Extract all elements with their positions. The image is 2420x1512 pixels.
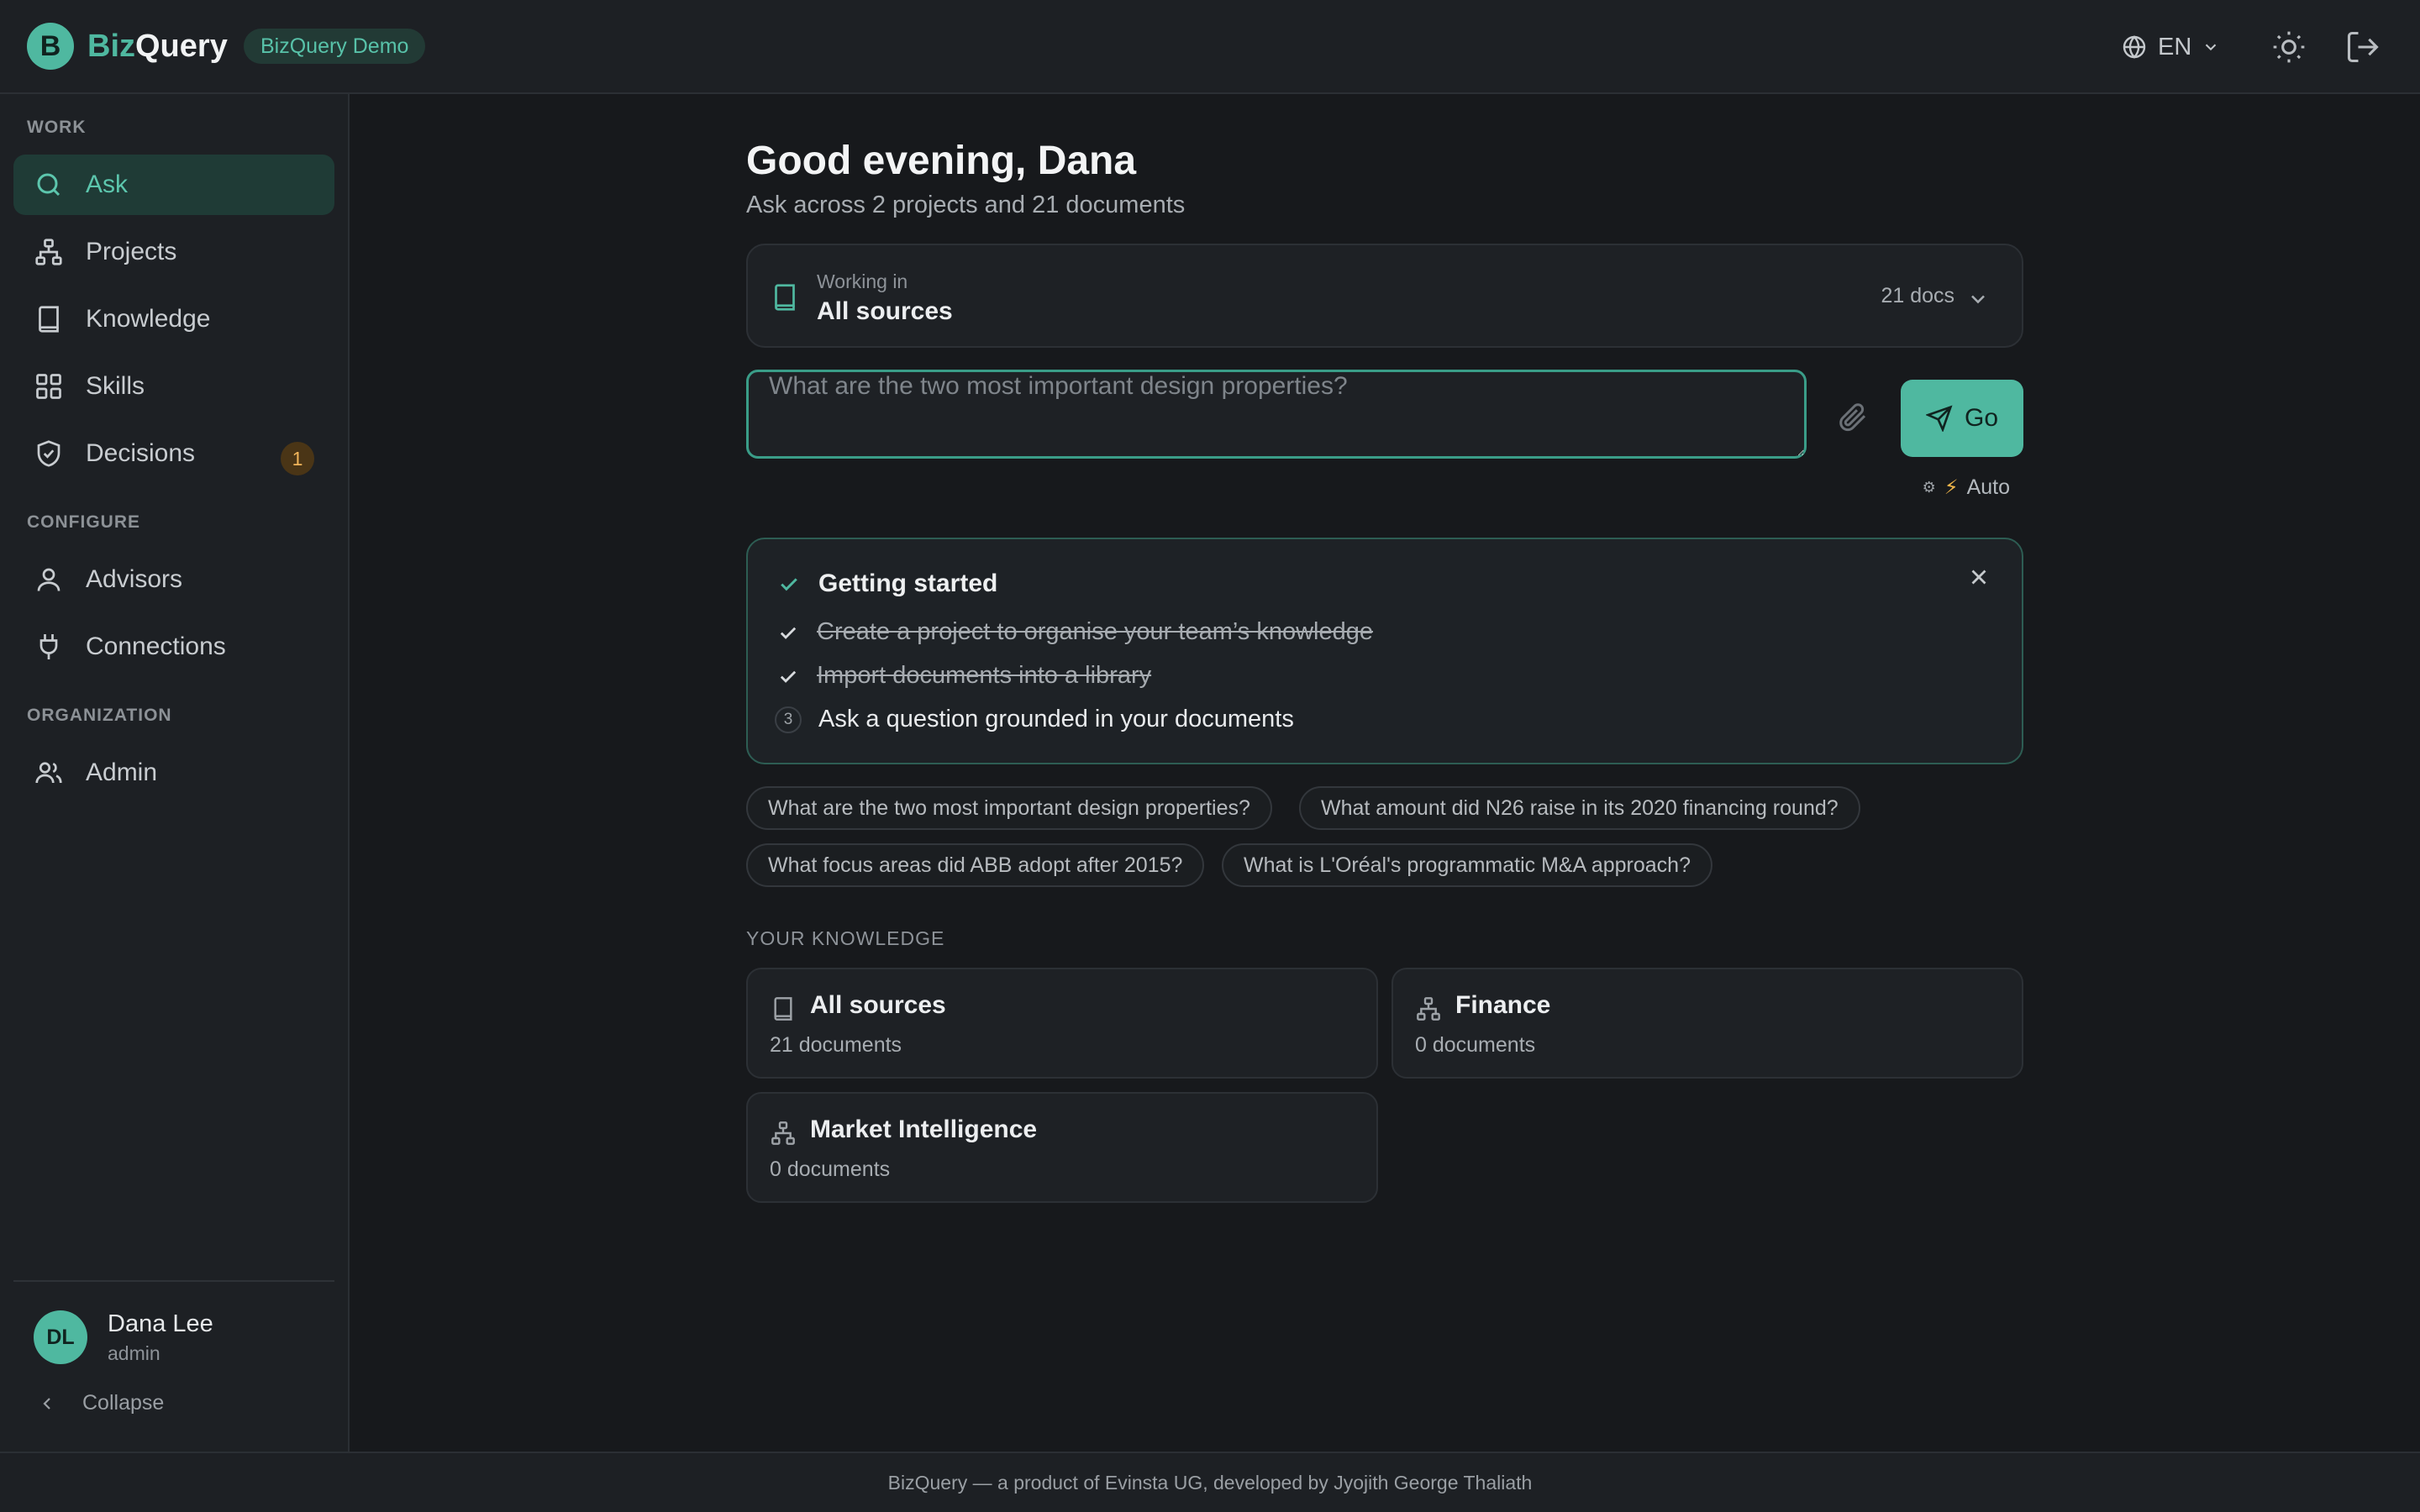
mode-selector[interactable]: ⚙ ⚡ Auto: [1923, 475, 2010, 500]
hierarchy-icon: [1417, 997, 1440, 1021]
sidebar-item-label: Advisors: [86, 565, 183, 593]
knowledge-card-name: Market Intelligence: [810, 1116, 1038, 1143]
suggestion-chip[interactable]: What amount did N26 raise in its 2020 fi…: [1299, 786, 1860, 830]
collapse-label: Collapse: [82, 1391, 165, 1415]
logo-icon: B: [27, 23, 74, 70]
footer: BizQuery — a product of Evinsta UG, deve…: [0, 1452, 2420, 1512]
theme-toggle-button[interactable]: [2270, 29, 2307, 66]
knowledge-card-name: Finance: [1455, 991, 1551, 1019]
user-name: Dana Lee: [108, 1310, 213, 1337]
your-knowledge-label: YOUR KNOWLEDGE: [746, 927, 945, 949]
close-icon[interactable]: [1966, 564, 1991, 590]
app-name-part1: Biz: [87, 29, 135, 64]
chevron-down-icon: [2206, 44, 2217, 51]
user-role: admin: [108, 1342, 160, 1364]
page-title: Good evening, Dana: [746, 139, 1137, 183]
logout-icon: [2347, 31, 2379, 63]
bolt-icon: ⚡: [1944, 476, 1959, 499]
logout-button[interactable]: [2344, 29, 2381, 66]
sidebar-item-label: Connections: [86, 633, 226, 660]
step-text: Import documents into a library: [817, 662, 1152, 689]
shield-check-icon: [37, 440, 60, 467]
globe-icon: [2123, 35, 2146, 59]
plug-icon: [39, 634, 58, 659]
sidebar-item-ask[interactable]: Ask: [13, 155, 334, 215]
paperclip-icon[interactable]: [1835, 400, 1869, 433]
decisions-count-badge: 1: [281, 442, 314, 475]
step-text: Ask a question grounded in your document…: [818, 706, 1294, 732]
language-selector[interactable]: EN: [2121, 29, 2220, 66]
step-text: Create a project to organise your team’s…: [817, 618, 1374, 645]
footer-text: BizQuery — a product of Evinsta UG, deve…: [887, 1471, 1533, 1494]
check-icon: [780, 627, 797, 639]
go-button[interactable]: Go: [1901, 380, 2023, 457]
grid-icon: [36, 374, 61, 399]
suggestion-chip[interactable]: What are the two most important design p…: [746, 786, 1272, 830]
collapse-sidebar-button[interactable]: Collapse: [37, 1391, 164, 1415]
hierarchy-icon: [35, 239, 62, 265]
ask-input[interactable]: [746, 370, 1807, 459]
sidebar-item-label: Admin: [86, 759, 158, 786]
section-label-configure: CONFIGURE: [27, 512, 140, 532]
getting-started-step: Create a project to organise your team’s…: [776, 618, 1373, 646]
knowledge-card-count: 0 documents: [770, 1158, 891, 1181]
send-icon: [1925, 405, 1953, 432]
getting-started-step: Import documents into a library: [776, 662, 1151, 690]
sidebar-item-label: Projects: [86, 238, 177, 265]
app-name-part2: Query: [135, 29, 228, 64]
chevron-down-icon: [1971, 295, 1985, 304]
sidebar-item-label: Skills: [86, 372, 145, 400]
getting-started-step[interactable]: 3 Ask a question grounded in your docume…: [775, 706, 1294, 733]
sidebar-item-connections[interactable]: Connections: [13, 617, 334, 677]
sidebar-item-label: Decisions: [86, 439, 196, 467]
section-label-work: WORK: [27, 118, 87, 137]
language-label: EN: [2158, 33, 2192, 60]
getting-started-title: Getting started: [818, 570, 998, 597]
book-icon: [775, 284, 795, 311]
sidebar-divider: [13, 1280, 334, 1282]
hierarchy-icon: [771, 1121, 795, 1145]
sidebar-item-label: Knowledge: [86, 305, 211, 333]
top-bar: B BizQuery BizQuery Demo EN: [0, 0, 2420, 94]
users-icon: [35, 762, 62, 784]
getting-started-card: Getting started Create a project to orga…: [746, 538, 2023, 764]
avatar[interactable]: DL: [34, 1310, 87, 1364]
sidebar-item-decisions[interactable]: Decisions 1: [13, 423, 334, 484]
knowledge-card-name: All sources: [810, 991, 946, 1019]
step-number: 3: [775, 706, 802, 733]
search-icon: [37, 173, 60, 197]
go-button-label: Go: [1964, 404, 1999, 432]
sun-icon: [2273, 31, 2305, 63]
source-value: All sources: [817, 297, 953, 325]
mode-label: Auto: [1966, 475, 2010, 499]
knowledge-card[interactable]: Finance 0 documents: [1392, 968, 2023, 1079]
knowledge-card[interactable]: All sources 21 documents: [746, 968, 1378, 1079]
app-name[interactable]: BizQuery: [87, 25, 228, 67]
user-icon: [37, 568, 60, 591]
source-selector[interactable]: Working in All sources 21 docs: [746, 244, 2023, 348]
suggestion-chip[interactable]: What is L'Oréal's programmatic M&A appro…: [1222, 843, 1712, 887]
page-subtitle: Ask across 2 projects and 21 documents: [746, 192, 1186, 218]
sidebar: WORK Ask Projects Knowledge Skills Decis…: [0, 94, 350, 1452]
sidebar-item-knowledge[interactable]: Knowledge: [13, 289, 334, 349]
book-icon: [774, 997, 792, 1021]
sidebar-item-admin[interactable]: Admin: [13, 743, 334, 803]
workspace-badge: BizQuery Demo: [244, 29, 426, 64]
chevron-left-icon: [43, 1397, 50, 1410]
check-icon: [781, 578, 797, 591]
book-icon: [39, 306, 59, 333]
suggestion-chip[interactable]: What focus areas did ABB adopt after 201…: [746, 843, 1205, 887]
sidebar-item-skills[interactable]: Skills: [13, 356, 334, 417]
section-label-organization: ORGANIZATION: [27, 706, 172, 725]
knowledge-card-count: 21 documents: [770, 1033, 902, 1057]
sidebar-item-advisors[interactable]: Advisors: [13, 549, 334, 610]
source-doc-count: 21 docs: [1881, 284, 1954, 307]
sidebar-item-label: Ask: [86, 171, 129, 198]
source-caption: Working in: [817, 270, 908, 292]
gear-icon: ⚙: [1922, 479, 1936, 496]
knowledge-card[interactable]: Market Intelligence 0 documents: [746, 1092, 1378, 1203]
check-icon: [780, 670, 797, 683]
sidebar-item-projects[interactable]: Projects: [13, 222, 334, 282]
knowledge-card-count: 0 documents: [1415, 1033, 1536, 1057]
